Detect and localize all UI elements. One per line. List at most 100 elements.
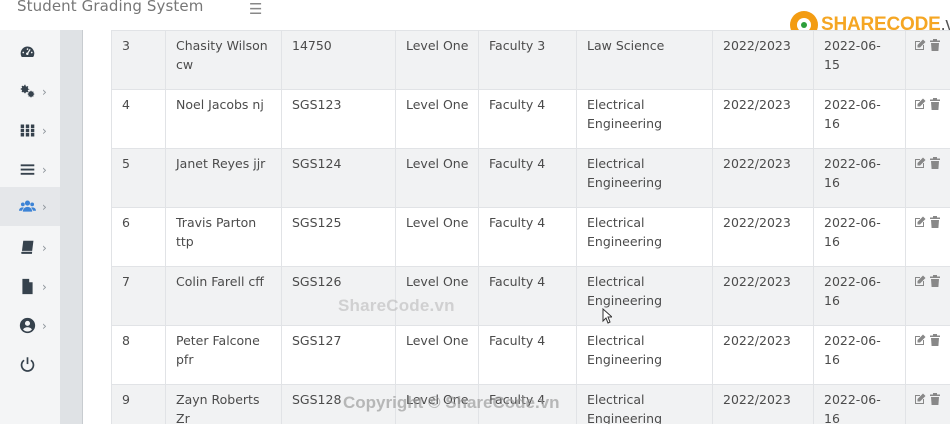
edit-icon[interactable] bbox=[914, 214, 926, 227]
sidebar-item-dashboard[interactable] bbox=[0, 33, 60, 72]
cell-no: 4 bbox=[111, 89, 166, 149]
cell-id: 14750 bbox=[281, 30, 396, 90]
power-icon bbox=[18, 356, 36, 374]
chevron-right-icon: › bbox=[42, 279, 47, 294]
row-actions bbox=[905, 30, 950, 90]
cell-department: Electrical Engineering bbox=[576, 89, 713, 149]
sidebar-item-students[interactable]: › bbox=[0, 187, 60, 226]
sidebar-item-settings[interactable]: › bbox=[0, 72, 60, 111]
students-table-panel: 3 Chasity Wilson cw 14750 Level One Faculty … bbox=[83, 30, 950, 424]
cell-name: Colin Farell cff bbox=[165, 266, 282, 326]
book-icon bbox=[18, 239, 36, 257]
cell-department: Electrical Engineering bbox=[576, 266, 713, 326]
app-title: Student Grading System bbox=[17, 0, 204, 15]
row-actions bbox=[905, 89, 950, 149]
row-actions bbox=[905, 325, 950, 385]
cell-session: 2022/2023 bbox=[712, 384, 814, 424]
dashboard-icon bbox=[18, 44, 36, 62]
table-row: 3 Chasity Wilson cw 14750 Level One Faculty … bbox=[111, 30, 950, 90]
cell-no: 5 bbox=[111, 148, 166, 208]
chevron-right-icon: › bbox=[42, 123, 47, 138]
cell-name: Noel Jacobs nj bbox=[165, 89, 282, 149]
table-row: 6 Travis Parton ttp SGS125 Level One Faculty… bbox=[111, 207, 950, 267]
cell-faculty: Faculty 3 bbox=[478, 30, 577, 90]
center-watermark: ShareCode.vn bbox=[338, 296, 455, 315]
cell-session: 2022/2023 bbox=[712, 148, 814, 208]
cell-department: Electrical Engineering bbox=[576, 384, 713, 424]
cell-department: Electrical Engineering bbox=[576, 148, 713, 208]
cell-date: 2022-06-16 bbox=[813, 148, 906, 208]
trash-icon[interactable] bbox=[929, 96, 941, 110]
edit-icon[interactable] bbox=[914, 273, 926, 286]
copyright-watermark: Copyright © ShareCode.vn bbox=[343, 393, 560, 412]
cell-id: SGS124 bbox=[281, 148, 396, 208]
cell-date: 2022-06-16 bbox=[813, 89, 906, 149]
cell-date: 2022-06-15 bbox=[813, 30, 906, 90]
students-table: 3 Chasity Wilson cw 14750 Level One Faculty … bbox=[111, 30, 950, 424]
edit-icon[interactable] bbox=[914, 332, 926, 345]
cell-name: Chasity Wilson cw bbox=[165, 30, 282, 90]
trash-icon[interactable] bbox=[929, 332, 941, 346]
cell-faculty: Faculty 4 bbox=[478, 207, 577, 267]
sidebar-item-documents[interactable]: › bbox=[0, 267, 60, 306]
chevron-right-icon: › bbox=[42, 162, 47, 177]
cell-date: 2022-06-16 bbox=[813, 325, 906, 385]
cell-date: 2022-06-16 bbox=[813, 384, 906, 424]
chevron-right-icon: › bbox=[42, 84, 47, 99]
cell-level: Level One bbox=[395, 325, 479, 385]
menu-toggle-icon[interactable]: ☰ bbox=[249, 0, 262, 18]
cell-department: Electrical Engineering bbox=[576, 325, 713, 385]
sidebar-item-grid[interactable]: › bbox=[0, 111, 60, 150]
cell-session: 2022/2023 bbox=[712, 207, 814, 267]
file-icon bbox=[18, 278, 36, 296]
cogs-icon bbox=[18, 83, 36, 101]
trash-icon[interactable] bbox=[929, 214, 941, 228]
cell-date: 2022-06-16 bbox=[813, 266, 906, 326]
sidebar-gutter bbox=[60, 30, 82, 424]
row-actions bbox=[905, 266, 950, 326]
cell-id: SGS127 bbox=[281, 325, 396, 385]
cell-level: Level One bbox=[395, 89, 479, 149]
cell-id: SGS125 bbox=[281, 207, 396, 267]
cell-id: SGS123 bbox=[281, 89, 396, 149]
cell-session: 2022/2023 bbox=[712, 30, 814, 90]
cell-date: 2022-06-16 bbox=[813, 207, 906, 267]
cell-faculty: Faculty 4 bbox=[478, 148, 577, 208]
row-actions bbox=[905, 207, 950, 267]
chevron-right-icon: › bbox=[42, 240, 47, 255]
grid-icon bbox=[18, 122, 36, 140]
cell-level: Level One bbox=[395, 30, 479, 90]
cell-department: Electrical Engineering bbox=[576, 207, 713, 267]
edit-icon[interactable] bbox=[914, 37, 926, 50]
cell-faculty: Faculty 4 bbox=[478, 266, 577, 326]
top-bar: Student Grading System ☰ SHARECODE.vn bbox=[0, 0, 950, 39]
edit-icon[interactable] bbox=[914, 96, 926, 109]
user-circle-icon bbox=[18, 317, 36, 335]
row-actions bbox=[905, 148, 950, 208]
table-row: 5 Janet Reyes jjr SGS124 Level One Faculty 4… bbox=[111, 148, 950, 208]
cell-session: 2022/2023 bbox=[712, 89, 814, 149]
trash-icon[interactable] bbox=[929, 273, 941, 287]
cell-level: Level One bbox=[395, 207, 479, 267]
edit-icon[interactable] bbox=[914, 155, 926, 168]
sidebar: › › › › › › › bbox=[0, 30, 60, 424]
sidebar-item-books[interactable]: › bbox=[0, 228, 60, 267]
list-icon bbox=[18, 161, 36, 179]
trash-icon[interactable] bbox=[929, 391, 941, 405]
cell-faculty: Faculty 4 bbox=[478, 325, 577, 385]
cell-department: Law Science bbox=[576, 30, 713, 90]
trash-icon[interactable] bbox=[929, 155, 941, 169]
sidebar-item-profile[interactable]: › bbox=[0, 306, 60, 345]
cell-no: 8 bbox=[111, 325, 166, 385]
cell-name: Zayn Roberts Zr bbox=[165, 384, 282, 424]
trash-icon[interactable] bbox=[929, 37, 941, 51]
table-row: 4 Noel Jacobs nj SGS123 Level One Faculty 4E… bbox=[111, 89, 950, 149]
sidebar-item-list[interactable]: › bbox=[0, 150, 60, 189]
edit-icon[interactable] bbox=[914, 391, 926, 404]
table-row: 7 Colin Farell cff SGS126 Level One Faculty … bbox=[111, 266, 950, 326]
cell-no: 7 bbox=[111, 266, 166, 326]
cell-name: Janet Reyes jjr bbox=[165, 148, 282, 208]
sidebar-item-logout[interactable] bbox=[0, 345, 60, 384]
users-icon bbox=[18, 198, 36, 216]
cell-level: Level One bbox=[395, 148, 479, 208]
